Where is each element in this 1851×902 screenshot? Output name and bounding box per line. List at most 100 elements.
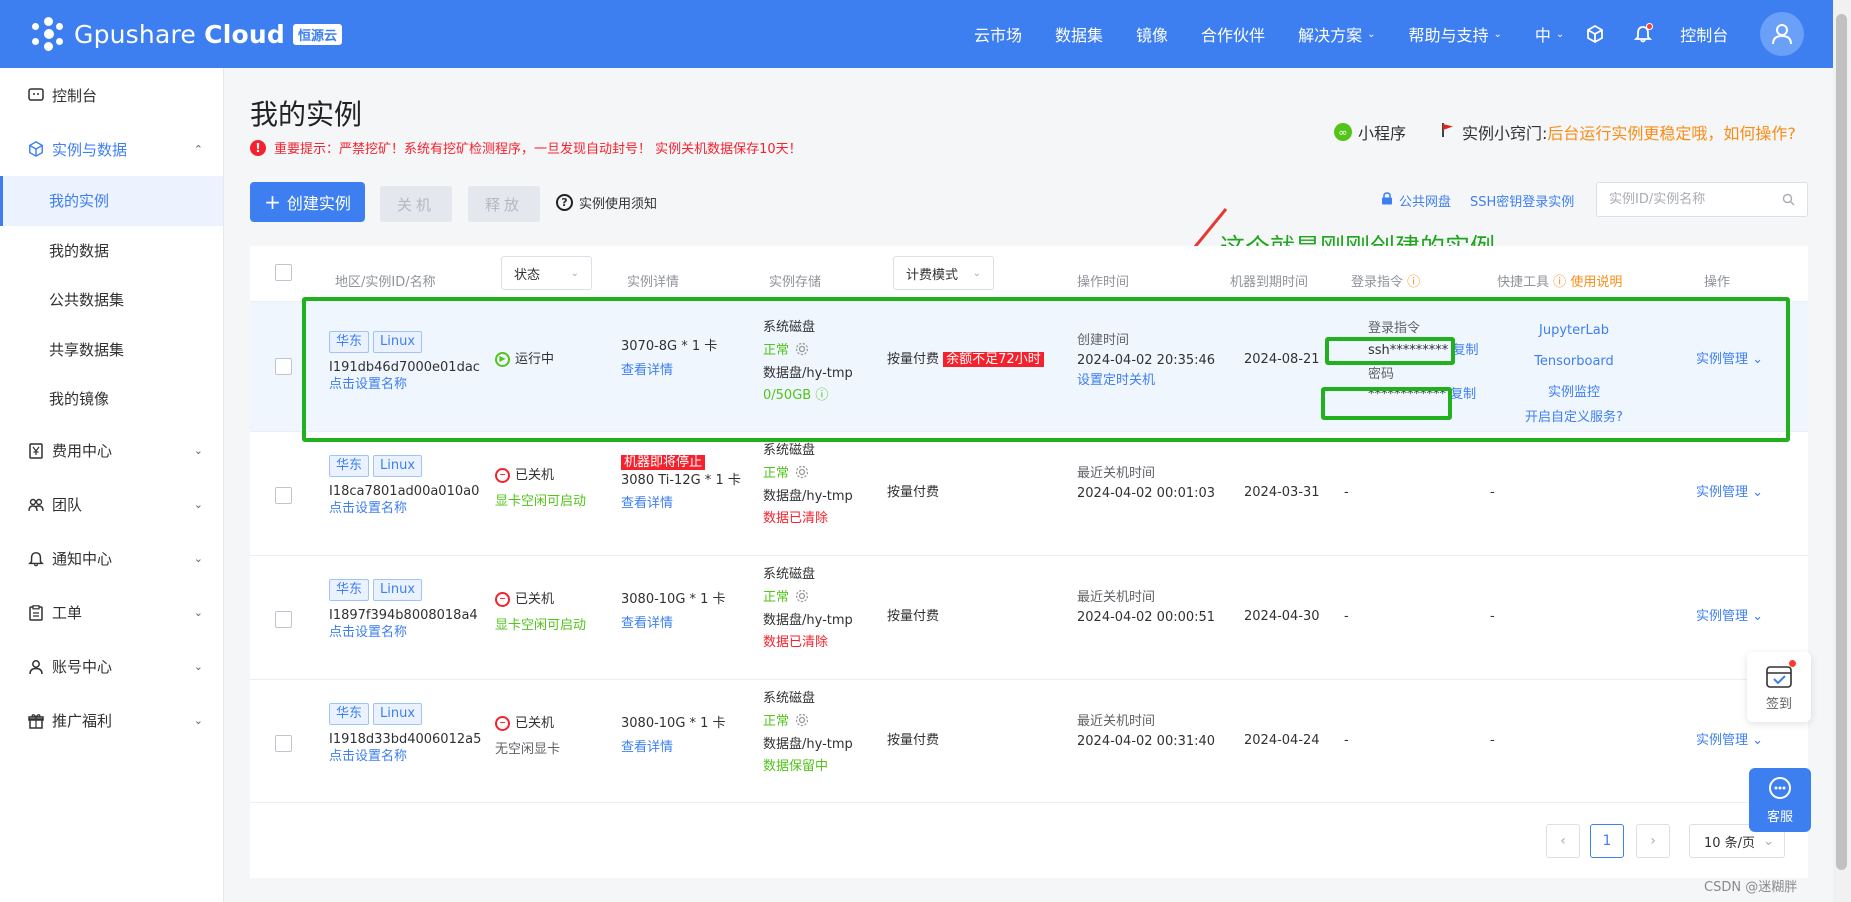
mini-program-link[interactable]: ∞ 小程序 (1334, 120, 1406, 144)
gear-icon[interactable] (795, 465, 809, 479)
gear-icon[interactable] (795, 713, 809, 727)
sidebar-item-tickets[interactable]: 工单 ⌄ (0, 586, 223, 640)
sign-in-widget[interactable]: 签到 (1747, 652, 1811, 722)
nav-images[interactable]: 镜像 (1136, 22, 1168, 46)
usage-notice-link[interactable]: ? 实例使用须知 (556, 193, 657, 212)
sidebar-item-notifications[interactable]: 通知中心 ⌄ (0, 532, 223, 586)
row-checkbox[interactable] (275, 487, 292, 504)
nav-datasets[interactable]: 数据集 (1055, 22, 1103, 46)
instance-search[interactable] (1596, 182, 1808, 217)
stop-icon: − (495, 468, 510, 484)
header-expire: 机器到期时间 (1230, 275, 1309, 290)
nav-partners[interactable]: 合作伙伴 (1201, 22, 1265, 46)
sidebar-item-promotion[interactable]: 推广福利 ⌄ (0, 694, 223, 748)
header-detail: 实例详情 (627, 275, 680, 290)
row-checkbox[interactable] (275, 358, 292, 375)
sidebar-item-billing[interactable]: 费用中心 ⌄ (0, 424, 223, 478)
nav-console[interactable]: 控制台 (1680, 22, 1728, 46)
sidebar-item-public-datasets[interactable]: 公共数据集 (0, 275, 223, 325)
detail-cell: 3080-10G * 1 卡 查看详情 (621, 591, 726, 632)
billing-cell: 按量付费 (887, 733, 940, 748)
console-icon (26, 85, 46, 105)
chevron-down-icon: ⌄ (193, 552, 203, 565)
cube-icon (26, 139, 46, 159)
login-cell: - (1344, 733, 1349, 748)
header-login: 登录指令 ⓘ (1351, 275, 1421, 290)
region-cell: 华东 Linux I1918d33bd4006012a5 点击设置名称 (329, 703, 481, 766)
create-instance-button[interactable]: + 创建实例 (250, 182, 365, 222)
chevron-down-icon: ⌄ (1367, 28, 1376, 40)
scrollbar-thumb[interactable] (1836, 14, 1847, 870)
instance-manage-dropdown[interactable]: 实例管理 ⌄ (1696, 732, 1763, 750)
page-title: 我的实例 (250, 98, 363, 131)
set-name-link[interactable]: 点击设置名称 (329, 748, 481, 766)
sidebar-item-console[interactable]: 控制台 (0, 68, 223, 122)
ssh-key-login-link[interactable]: SSH密钥登录实例 (1470, 191, 1574, 210)
tools-cell: - (1490, 609, 1495, 624)
gear-icon[interactable] (795, 589, 809, 603)
status-cell: − 已关机 显卡空闲可启动 (495, 468, 587, 509)
row-checkbox[interactable] (275, 611, 292, 628)
release-button[interactable]: 释放 (468, 186, 540, 222)
header-storage: 实例存储 (769, 275, 822, 290)
storage-cell: 系统磁盘 正常 数据盘/hy-tmp 数据保留中 (763, 691, 853, 775)
nav-solutions[interactable]: 解决方案 ⌄ (1298, 22, 1375, 46)
status-cell: − 已关机 无空闲显卡 (495, 716, 561, 757)
plus-icon: + (264, 190, 281, 214)
gpu-spec: 3080 Ti-12G * 1 卡 (621, 472, 741, 488)
select-all-checkbox[interactable] (275, 264, 292, 281)
sidebar-item-team[interactable]: 团队 ⌄ (0, 478, 223, 532)
chevron-down-icon: ⌄ (193, 660, 203, 673)
nav-help[interactable]: 帮助与支持 ⌄ (1408, 22, 1501, 46)
ssh-highlight-box (1325, 337, 1455, 365)
public-netdisk-link[interactable]: 公共网盘 (1381, 191, 1451, 210)
storage-cell: 系统磁盘 正常 数据盘/hy-tmp 数据已清除 (763, 443, 853, 527)
page-number[interactable]: 1 (1590, 824, 1624, 858)
shutdown-button[interactable]: 关机 (380, 186, 452, 222)
nav-cloud-market[interactable]: 云市场 (974, 22, 1022, 46)
chevron-down-icon: ⌄ (1763, 833, 1774, 849)
set-name-link[interactable]: 点击设置名称 (329, 500, 479, 518)
set-name-link[interactable]: 点击设置名称 (329, 624, 478, 642)
customer-service-button[interactable]: 客服 (1749, 768, 1811, 832)
sidebar-item-instances-data[interactable]: 实例与数据 ⌃ (0, 122, 223, 176)
cube-icon[interactable] (1584, 23, 1606, 45)
calendar-icon (1765, 659, 1796, 693)
table-row: 华东 Linux I1918d33bd4006012a5 点击设置名称 − 已关机 … (250, 679, 1808, 803)
row-checkbox[interactable] (275, 735, 292, 752)
sidebar-item-my-instances[interactable]: 我的实例 (0, 176, 223, 226)
chat-icon (1766, 776, 1794, 806)
region-cell: 华东 Linux I1897f394b8008018a4 点击设置名称 (329, 579, 478, 642)
next-page-button[interactable]: › (1636, 824, 1670, 858)
nav-language[interactable]: 中 ⌄ (1535, 22, 1564, 46)
detail-cell: 3080-10G * 1 卡 查看详情 (621, 715, 726, 756)
clipboard-icon (26, 603, 46, 623)
search-input[interactable] (1609, 192, 1779, 207)
chevron-down-icon: ⌄ (972, 267, 981, 279)
status-filter[interactable]: 状态 ⌄ (501, 256, 592, 290)
region-cell: 华东 Linux I18ca7801ad00a010a0 点击设置名称 (329, 455, 479, 518)
tools-cell: - (1490, 485, 1495, 500)
login-cell: - (1344, 609, 1349, 624)
user-icon (26, 657, 46, 677)
sidebar-item-account[interactable]: 账号中心 ⌄ (0, 640, 223, 694)
usage-link[interactable]: 使用说明 (1570, 275, 1622, 290)
search-icon (1782, 193, 1795, 210)
sidebar-item-shared-datasets[interactable]: 共享数据集 (0, 325, 223, 375)
instance-manage-dropdown[interactable]: 实例管理 ⌄ (1696, 608, 1763, 626)
tips-link[interactable]: 后台运行实例更稳定哦，如何操作? (1547, 120, 1796, 144)
sidebar-item-my-images[interactable]: 我的镜像 (0, 374, 223, 424)
instance-manage-dropdown[interactable]: 实例管理 ⌄ (1696, 484, 1763, 502)
prev-page-button[interactable]: ‹ (1546, 824, 1580, 858)
bell-icon[interactable] (1632, 23, 1654, 45)
avatar[interactable] (1760, 12, 1804, 56)
main-nav: 云市场 数据集 镜像 合作伙伴 解决方案 ⌄ 帮助与支持 ⌄ 中 ⌄ 控制台 (974, 0, 1761, 68)
view-detail-link[interactable]: 查看详情 (621, 495, 741, 513)
table-row: 华东 Linux I1897f394b8008018a4 点击设置名称 − 已关机 … (250, 555, 1808, 679)
chevron-down-icon: ⌄ (1752, 733, 1764, 748)
view-detail-link[interactable]: 查看详情 (621, 615, 726, 633)
view-detail-link[interactable]: 查看详情 (621, 739, 726, 757)
logo[interactable]: Gpushare Cloud 恒源云 (32, 17, 342, 51)
sidebar-item-my-data[interactable]: 我的数据 (0, 226, 223, 276)
billing-filter[interactable]: 计费模式 ⌄ (893, 256, 994, 290)
